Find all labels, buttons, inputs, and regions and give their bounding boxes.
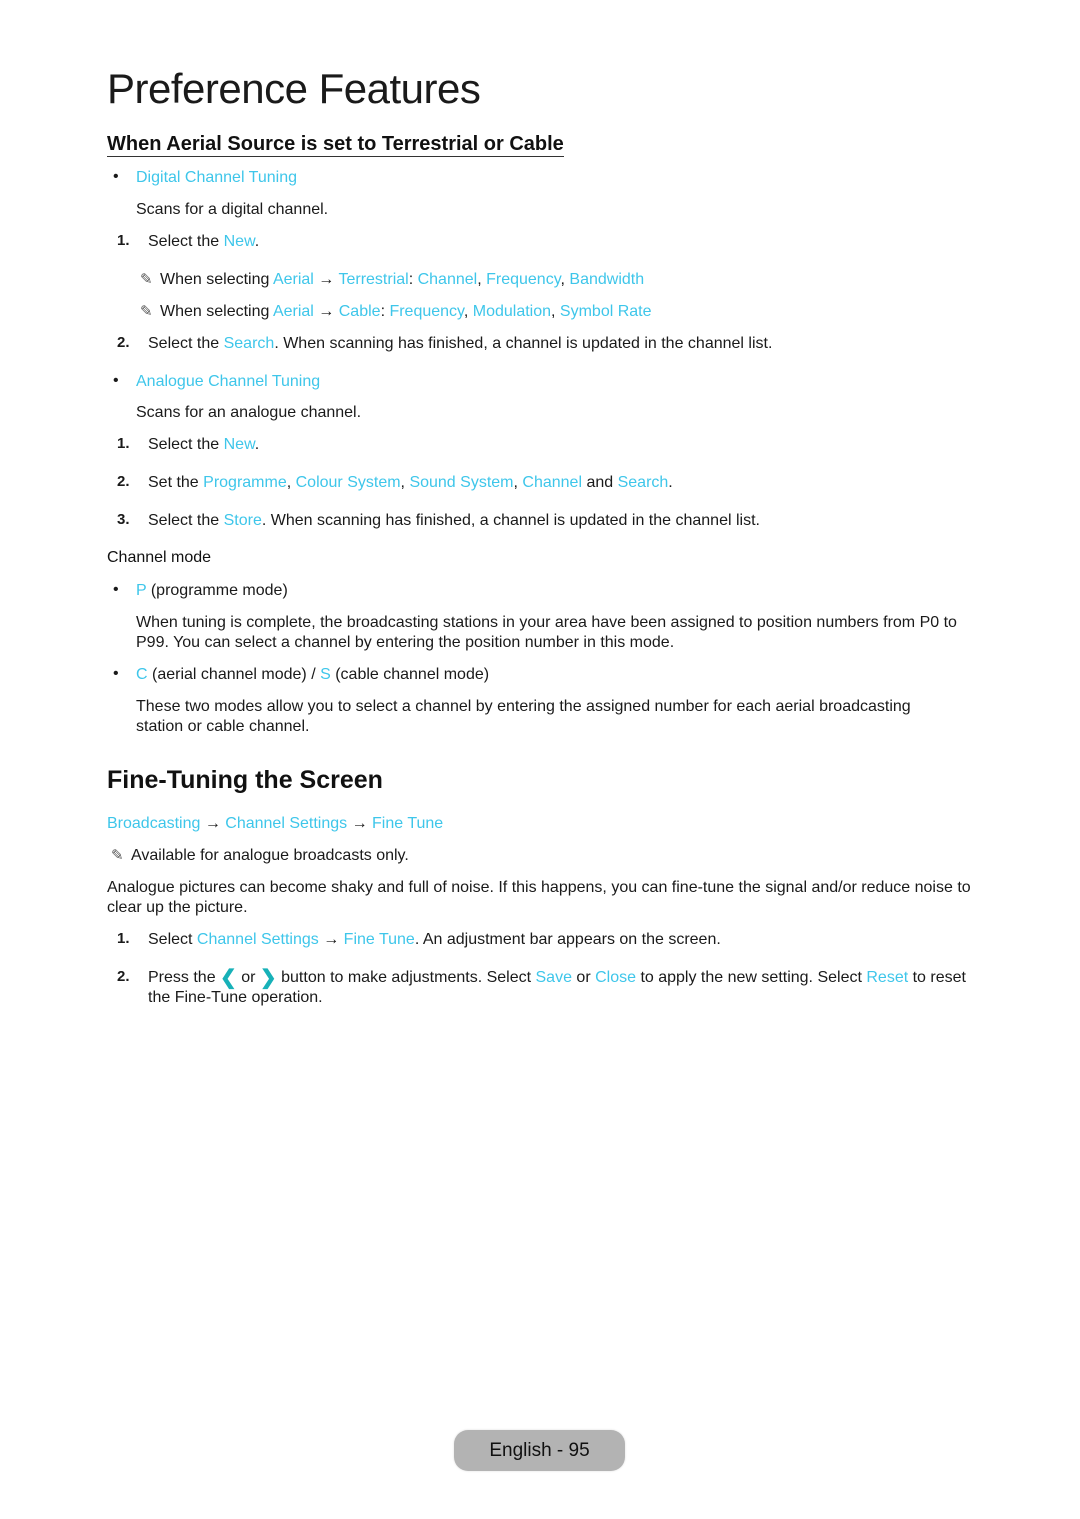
fine-tune-link[interactable]: Fine Tune xyxy=(344,931,415,948)
page-number-badge: English - 95 xyxy=(454,1430,625,1471)
modulation-link[interactable]: Modulation xyxy=(473,303,551,320)
pencil-note-icon: ✎ xyxy=(140,303,153,320)
search-link[interactable]: Search xyxy=(224,335,275,352)
store-link[interactable]: Store xyxy=(224,512,262,529)
fine-tune-note: ✎ Available for analogue broadcasts only. xyxy=(111,847,409,864)
aerial-link[interactable]: Aerial xyxy=(273,271,314,288)
pencil-note-icon: ✎ xyxy=(140,271,153,288)
terrestrial-link[interactable]: Terrestrial xyxy=(338,271,408,288)
channel-settings-link[interactable]: Channel Settings xyxy=(225,815,347,832)
p-mode-item: P (programme mode) xyxy=(136,582,288,599)
chevron-right-icon: ❯ xyxy=(259,967,277,989)
frequency-link[interactable]: Frequency xyxy=(486,271,560,288)
step-number: 2. xyxy=(117,968,130,985)
new-link[interactable]: New xyxy=(224,233,255,250)
search-link[interactable]: Search xyxy=(618,474,669,491)
fine-tune-intro: Analogue pictures can become shaky and f… xyxy=(107,879,971,916)
step-number: 2. xyxy=(117,473,130,490)
bullet-icon: • xyxy=(113,581,119,598)
step-number: 2. xyxy=(117,334,130,351)
section-subheading: When Aerial Source is set to Terrestrial… xyxy=(107,133,564,157)
cable-link[interactable]: Cable xyxy=(339,303,381,320)
bullet-icon: • xyxy=(113,168,119,185)
s-link[interactable]: S xyxy=(320,666,331,683)
digital-step-1: Select the New. xyxy=(148,233,260,250)
step-number: 1. xyxy=(117,435,130,452)
broadcasting-link[interactable]: Broadcasting xyxy=(107,815,200,832)
chevron-left-icon: ❮ xyxy=(220,967,237,989)
cs-mode-desc: These two modes allow you to select a ch… xyxy=(136,698,911,735)
step-number: 3. xyxy=(117,511,130,528)
digital-channel-tuning-link[interactable]: Digital Channel Tuning xyxy=(136,168,297,188)
bullet-icon: • xyxy=(113,665,119,682)
digital-desc: Scans for a digital channel. xyxy=(136,201,329,218)
channel-link[interactable]: Channel xyxy=(522,474,582,491)
channel-settings-link[interactable]: Channel Settings xyxy=(197,931,319,948)
channel-mode-heading: Channel mode xyxy=(107,549,212,566)
analogue-step-3: Select the Store. When scanning has fini… xyxy=(148,512,760,529)
new-link[interactable]: New xyxy=(224,436,255,453)
p-mode-desc: When tuning is complete, the broadcastin… xyxy=(136,614,957,651)
colour-system-link[interactable]: Colour System xyxy=(296,474,401,491)
digital-note-cable: ✎ When selecting Aerial → Cable: Frequenc… xyxy=(140,303,652,320)
page-title: Preference Features xyxy=(107,65,481,112)
menu-path: Broadcasting → Channel Settings → Fine T… xyxy=(107,815,444,832)
aerial-link[interactable]: Aerial xyxy=(273,303,314,320)
fine-tune-step-2: Press the ❮ or ❯ button to make adjustme… xyxy=(148,967,966,1006)
reset-link[interactable]: Reset xyxy=(866,969,908,986)
analogue-desc: Scans for an analogue channel. xyxy=(136,404,362,421)
analogue-step-1: Select the New. xyxy=(148,436,260,453)
digital-note-terrestrial: ✎ When selecting Aerial → Terrestrial: Ch… xyxy=(140,271,645,288)
digital-step-2: Select the Search. When scanning has fin… xyxy=(148,335,773,352)
fine-tuning-heading: Fine-Tuning the Screen xyxy=(107,766,383,794)
programme-link[interactable]: Programme xyxy=(203,474,287,491)
symbol-rate-link[interactable]: Symbol Rate xyxy=(560,303,652,320)
step-number: 1. xyxy=(117,930,130,947)
bandwidth-link[interactable]: Bandwidth xyxy=(569,271,644,288)
frequency-link[interactable]: Frequency xyxy=(389,303,463,320)
fine-tune-step-1: Select Channel Settings → Fine Tune. An … xyxy=(148,931,721,948)
fine-tune-link[interactable]: Fine Tune xyxy=(372,815,443,832)
analogue-channel-tuning-link[interactable]: Analogue Channel Tuning xyxy=(136,372,320,392)
close-link[interactable]: Close xyxy=(595,969,636,986)
step-number: 1. xyxy=(117,232,130,249)
pencil-note-icon: ✎ xyxy=(111,847,124,864)
p-link[interactable]: P xyxy=(136,582,146,599)
cs-mode-item: C (aerial channel mode) / S (cable chann… xyxy=(136,666,490,683)
bullet-icon: • xyxy=(113,372,119,389)
c-link[interactable]: C xyxy=(136,666,148,683)
save-link[interactable]: Save xyxy=(536,969,572,986)
analogue-step-2: Set the Programme, Colour System, Sound … xyxy=(148,474,673,491)
channel-link[interactable]: Channel xyxy=(418,271,478,288)
sound-system-link[interactable]: Sound System xyxy=(409,474,513,491)
